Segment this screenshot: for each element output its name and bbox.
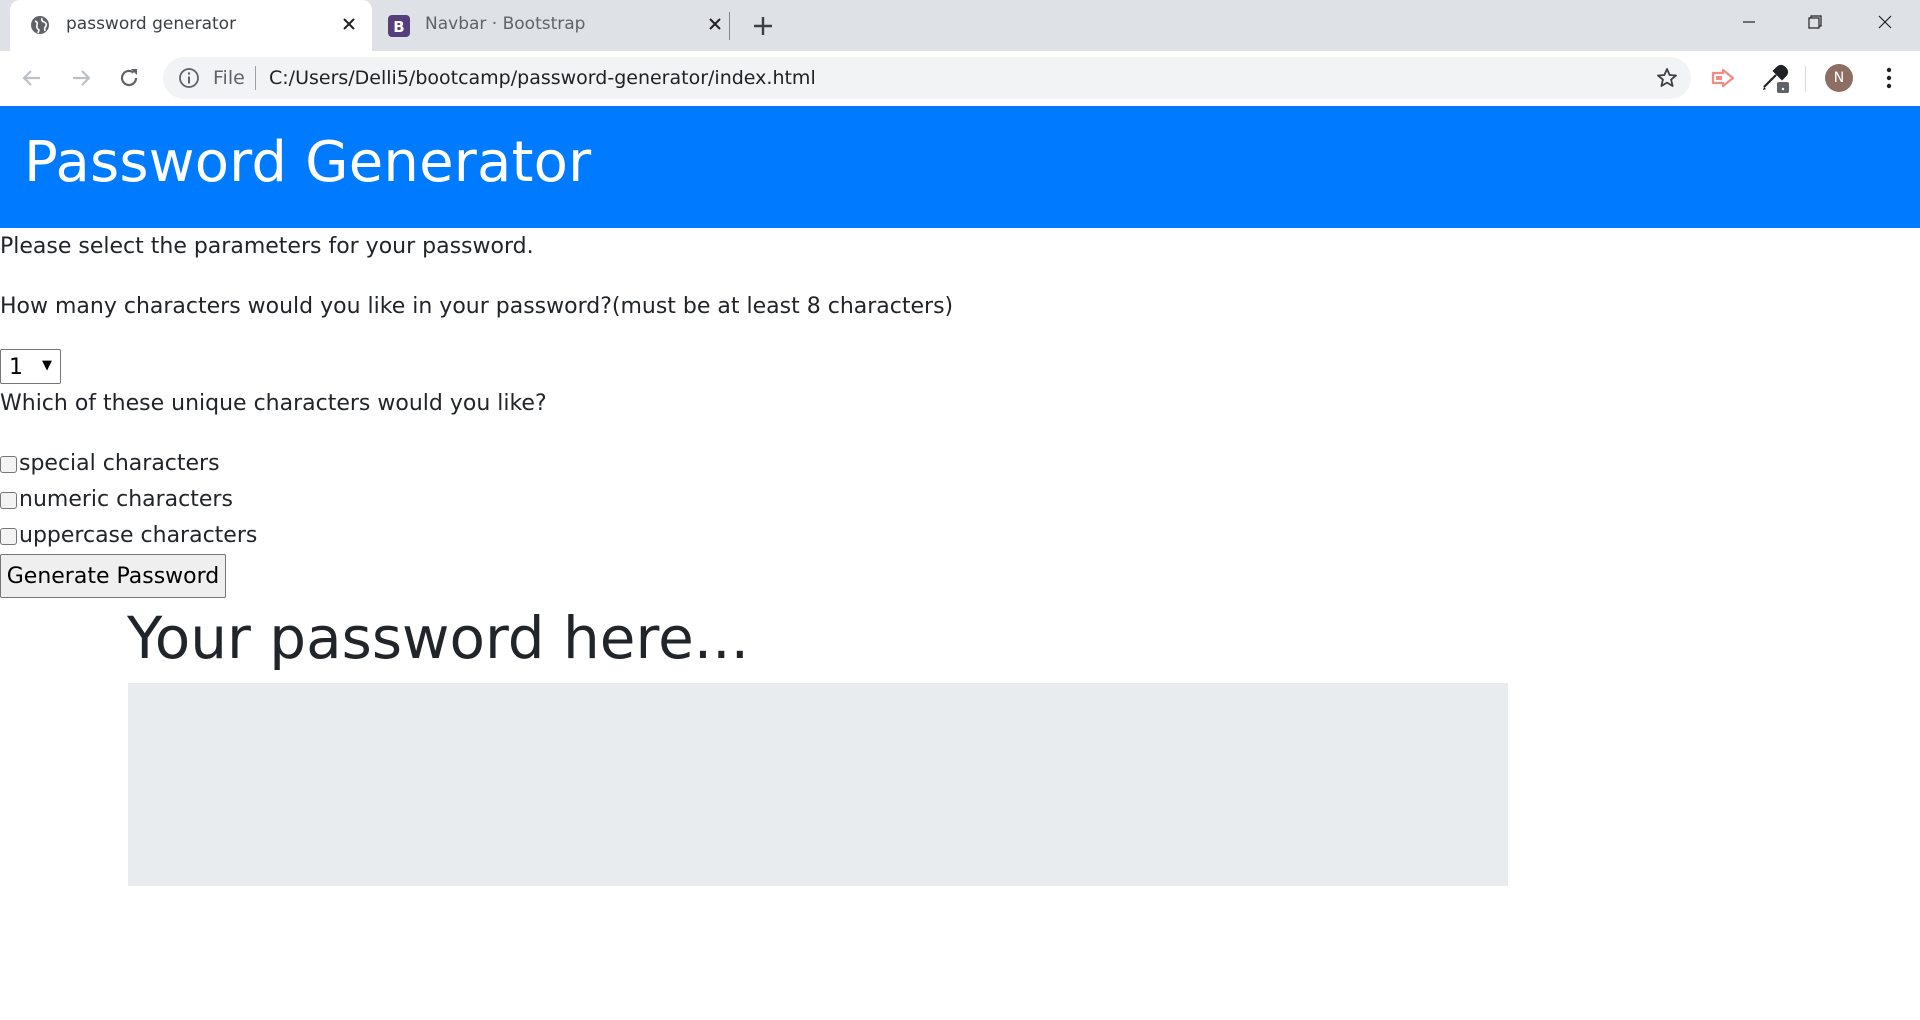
tab-separator	[729, 12, 730, 40]
length-select[interactable]: 1 ▼	[0, 349, 61, 384]
page-title: Password Generator	[24, 130, 592, 195]
header-banner: Password Generator	[0, 106, 1920, 228]
length-prompt: How many characters would you like in yo…	[0, 294, 954, 319]
close-tab-icon[interactable]	[704, 13, 726, 35]
unique-prompt: Which of these unique characters would y…	[0, 391, 547, 416]
info-icon[interactable]	[178, 67, 200, 89]
new-tab-icon[interactable]	[749, 12, 777, 40]
address-divider	[255, 66, 256, 90]
generate-password-button[interactable]: Generate Password	[0, 554, 226, 598]
close-window-icon[interactable]	[1852, 0, 1918, 44]
special-characters-checkbox[interactable]	[0, 456, 17, 473]
tab-password-generator[interactable]: password generator	[10, 0, 372, 51]
star-icon[interactable]	[1655, 66, 1679, 90]
minimize-icon[interactable]	[1716, 0, 1782, 44]
reload-icon[interactable]	[114, 63, 144, 93]
address-bar[interactable]: File C:/Users/Delli5/bootcamp/password-g…	[163, 57, 1691, 99]
numeric-characters-checkbox[interactable]	[0, 492, 17, 509]
url-text[interactable]: C:/Users/Delli5/bootcamp/password-genera…	[269, 67, 816, 89]
avatar[interactable]: N	[1825, 64, 1853, 92]
restore-icon[interactable]	[1782, 0, 1848, 44]
tab-title: password generator	[66, 14, 237, 34]
chevron-down-icon: ▼	[42, 358, 52, 373]
password-output-box[interactable]	[128, 683, 1508, 886]
extension-arrow-icon[interactable]	[1709, 63, 1739, 93]
svg-text:B: B	[393, 18, 404, 36]
tab-title: Navbar · Bootstrap	[425, 14, 586, 34]
intro-text: Please select the parameters for your pa…	[0, 234, 534, 259]
numeric-characters-label[interactable]: numeric characters	[19, 487, 233, 512]
back-icon[interactable]	[17, 63, 47, 93]
uppercase-characters-label[interactable]: uppercase characters	[19, 523, 257, 548]
tab-strip: password generator B Navbar · Bootstrap	[0, 0, 1920, 51]
menu-dots-icon[interactable]	[1874, 63, 1904, 93]
toolbar-separator	[1805, 66, 1806, 92]
bootstrap-icon: B	[388, 15, 410, 37]
browser-toolbar: File C:/Users/Delli5/bootcamp/password-g…	[0, 51, 1920, 107]
page-content: Password Generator Please select the par…	[0, 106, 1920, 1020]
tab-navbar-bootstrap[interactable]: B Navbar · Bootstrap	[372, 0, 732, 51]
uppercase-characters-checkbox[interactable]	[0, 528, 17, 545]
password-heading: Your password here...	[127, 604, 750, 672]
close-tab-icon[interactable]	[338, 13, 360, 35]
eyedropper-icon[interactable]	[1760, 63, 1790, 93]
scheme-label: File	[213, 67, 245, 89]
length-select-value: 1	[9, 355, 23, 380]
globe-icon	[30, 15, 50, 35]
forward-icon[interactable]	[66, 63, 96, 93]
special-characters-label[interactable]: special characters	[19, 451, 220, 476]
